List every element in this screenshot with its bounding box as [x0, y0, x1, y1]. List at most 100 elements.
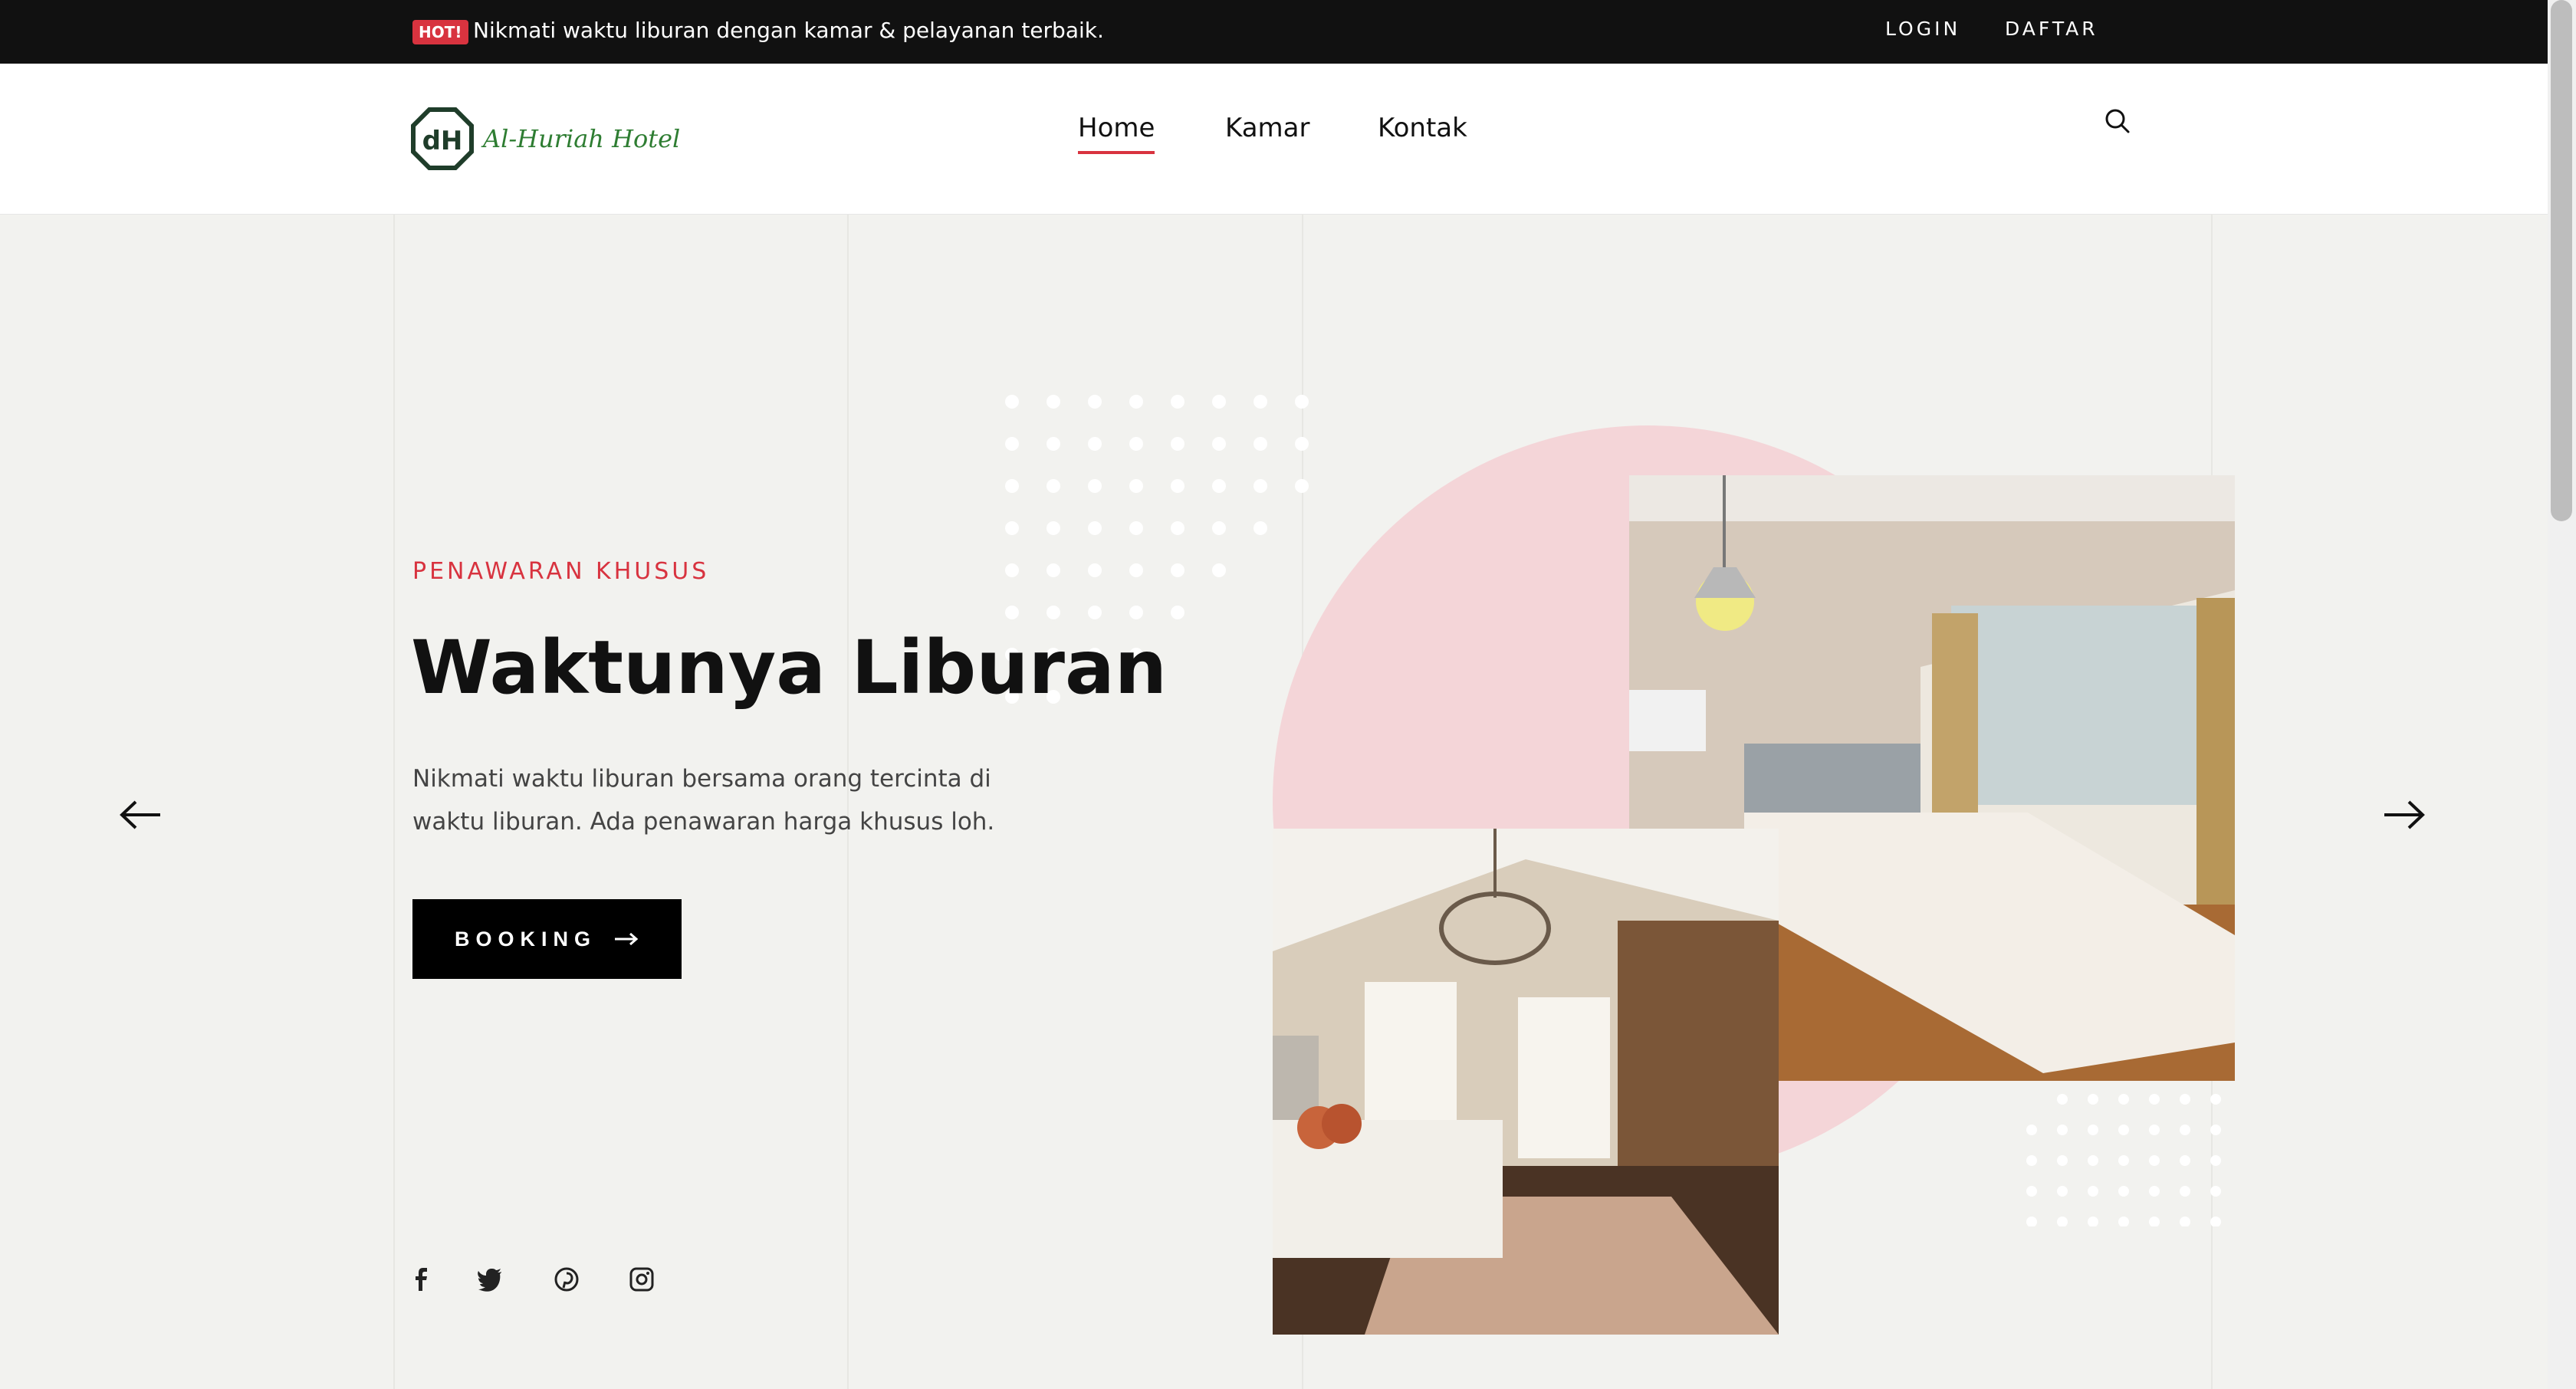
nav-home[interactable]: Home [1078, 110, 1155, 154]
dot [2057, 1217, 2068, 1226]
dot [1005, 563, 1019, 577]
dot [1171, 606, 1184, 619]
dot [1088, 521, 1102, 535]
dot [2088, 1094, 2098, 1105]
dot [1005, 395, 1019, 409]
dot [1088, 395, 1102, 409]
dot [2210, 1186, 2221, 1197]
dot [1129, 437, 1143, 451]
dot [1254, 521, 1267, 535]
dot [2210, 1155, 2221, 1166]
site-logo[interactable]: dH Al-Huriah Hotel [411, 107, 680, 170]
twitter-icon[interactable] [477, 1266, 503, 1292]
pinterest-icon[interactable] [554, 1266, 580, 1292]
dot [2180, 1094, 2190, 1105]
booking-label: BOOKING [454, 927, 596, 951]
logo-icon: dH [411, 107, 474, 170]
dot [1254, 437, 1267, 451]
nav-kontak[interactable]: Kontak [1378, 110, 1467, 146]
dot [2149, 1217, 2160, 1226]
dot [1046, 521, 1060, 535]
dot [1046, 479, 1060, 493]
arrow-left-icon[interactable] [119, 797, 162, 832]
dot [2210, 1125, 2221, 1135]
arrow-right-icon[interactable] [2383, 797, 2426, 832]
dot [2026, 1186, 2037, 1197]
login-link[interactable]: LOGIN [1885, 14, 1960, 44]
dot [1212, 437, 1226, 451]
dot [2180, 1186, 2190, 1197]
dot [2088, 1186, 2098, 1197]
dot [2118, 1094, 2129, 1105]
dot [1212, 563, 1226, 577]
dot [1254, 395, 1267, 409]
top-bar: HOT! Nikmati waktu liburan dengan kamar … [0, 0, 2548, 64]
dot [2057, 1094, 2068, 1105]
arrow-right-icon [615, 932, 639, 946]
dot [1005, 521, 1019, 535]
dot [2210, 1217, 2221, 1226]
dot [2180, 1155, 2190, 1166]
booking-button[interactable]: BOOKING [412, 899, 682, 979]
dot [1295, 395, 1309, 409]
dot [1046, 606, 1060, 619]
search-icon[interactable] [2102, 106, 2133, 136]
main-header: dH Al-Huriah Hotel Home Kamar Kontak [0, 64, 2548, 215]
dot [1046, 437, 1060, 451]
dot [2118, 1186, 2129, 1197]
scrollbar-thumb[interactable] [2551, 0, 2572, 521]
dot [2088, 1125, 2098, 1135]
register-link[interactable]: DAFTAR [2005, 14, 2098, 44]
dot [1088, 437, 1102, 451]
dot [1129, 521, 1143, 535]
grid-line [393, 215, 395, 1389]
hero-title: Waktunya Liburan [411, 625, 1168, 711]
dot [1171, 521, 1184, 535]
dot [1129, 563, 1143, 577]
dot [2118, 1155, 2129, 1166]
dot [1129, 479, 1143, 493]
dot [1212, 479, 1226, 493]
hot-badge: HOT! [412, 20, 468, 44]
dot [1088, 479, 1102, 493]
facebook-icon[interactable] [408, 1266, 434, 1292]
dot [1005, 606, 1019, 619]
dot [1046, 563, 1060, 577]
dot [1171, 563, 1184, 577]
dot [2118, 1217, 2129, 1226]
dot [2149, 1155, 2160, 1166]
dot [1254, 479, 1267, 493]
dot [1295, 479, 1309, 493]
dot [2057, 1155, 2068, 1166]
dot [2057, 1125, 2068, 1135]
dot [2088, 1155, 2098, 1166]
dot [1005, 479, 1019, 493]
dot [2180, 1125, 2190, 1135]
dot [1212, 521, 1226, 535]
logo-text: Al-Huriah Hotel [483, 124, 681, 153]
dot [1005, 437, 1019, 451]
dot [1295, 437, 1309, 451]
promo-message: Nikmati waktu liburan dengan kamar & pel… [473, 18, 1104, 43]
dot [2149, 1125, 2160, 1135]
dot [1171, 479, 1184, 493]
hero-subtitle: PENAWARAN KHUSUS [412, 558, 710, 585]
dot [2026, 1155, 2037, 1166]
dot [2210, 1094, 2221, 1105]
instagram-icon[interactable] [629, 1266, 655, 1292]
dot-pattern [2026, 1094, 2221, 1226]
dot [1088, 606, 1102, 619]
dot [2149, 1094, 2160, 1105]
dot [2180, 1217, 2190, 1226]
dot [1171, 395, 1184, 409]
nav-kamar[interactable]: Kamar [1225, 110, 1309, 146]
dot [1129, 606, 1143, 619]
dot [2057, 1186, 2068, 1197]
dot [1171, 437, 1184, 451]
dot [2026, 1125, 2037, 1135]
dot [1129, 395, 1143, 409]
dot [2118, 1125, 2129, 1135]
dot [2026, 1217, 2037, 1226]
dot [1088, 563, 1102, 577]
svg-text:dH: dH [422, 126, 463, 156]
